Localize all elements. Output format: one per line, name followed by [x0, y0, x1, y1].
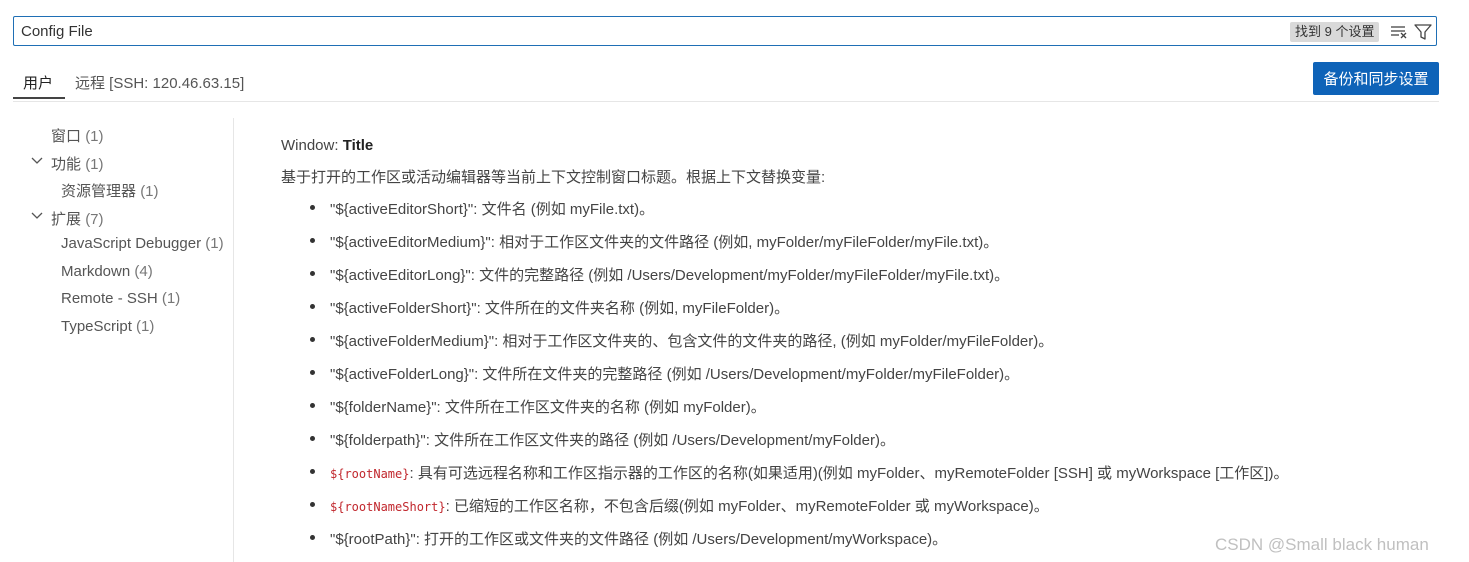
- setting-name: Title: [342, 137, 374, 154]
- bullet: [310, 337, 315, 342]
- variable-desc: : 已缩短的工作区名称，不包含后缀(例如 myFolder、myRemoteFo…: [445, 498, 1049, 515]
- filter-icon[interactable]: [1412, 21, 1434, 43]
- bullet: [310, 271, 315, 276]
- toc-item-label: 窗口: [51, 128, 82, 145]
- variable-desc: : 相对于工作区文件夹的、包含文件的文件夹的路径, (例如 myFolder/m…: [494, 333, 1054, 350]
- toc-item-extensions[interactable]: 扩展 (7): [51, 208, 104, 229]
- toc-item-count: (1): [140, 183, 159, 200]
- variable-name: "${activeFolderMedium}": [330, 333, 495, 350]
- toc-item-count: (1): [205, 235, 224, 252]
- toc-item-count: (1): [161, 290, 181, 307]
- variable-desc: : 打开的工作区或文件夹的文件路径 (例如 /Users/Development…: [415, 531, 948, 548]
- variable-name: "${activeEditorMedium}": [330, 234, 491, 251]
- settings-scope-tabs: 用户 远程 [SSH: 120.46.63.15]: [13, 62, 1439, 102]
- bullet: [310, 403, 315, 408]
- toc-item-explorer[interactable]: 资源管理器 (1): [61, 180, 159, 201]
- bullet: [310, 535, 315, 540]
- variable-desc: : 文件的完整路径 (例如 /Users/Development/myFolde…: [470, 267, 1010, 284]
- variable-code: ${rootNameShort}: [330, 500, 446, 514]
- setting-category: Window:: [281, 137, 343, 154]
- chevron-down-icon[interactable]: [31, 155, 43, 167]
- settings-toc: 窗口 (1) 功能 (1) 资源管理器 (1) 扩展 (7) JavaScrip…: [0, 118, 234, 562]
- variable-desc: : 文件所在工作区文件夹的名称 (例如 myFolder)。: [436, 399, 766, 416]
- toc-divider: [233, 118, 234, 562]
- variable-name: "${activeEditorLong}": [330, 267, 471, 284]
- watermark: CSDN @Small black human: [1215, 535, 1429, 554]
- toc-item-features[interactable]: 功能 (1): [51, 153, 104, 174]
- settings-search-box[interactable]: 找到 9 个设置: [13, 16, 1437, 46]
- variable-name: "${activeFolderLong}": [330, 366, 475, 383]
- tab-remote[interactable]: 远程 [SSH: 120.46.63.15]: [75, 72, 244, 93]
- toc-item-label: Markdown: [61, 263, 131, 280]
- tab-user[interactable]: 用户: [23, 72, 53, 93]
- variable-name: "${activeEditorShort}": [330, 201, 474, 218]
- bullet: [310, 304, 315, 309]
- toc-item-count: (1): [85, 128, 104, 145]
- toc-item-label: TypeScript: [61, 318, 132, 335]
- toc-item-label: 功能: [51, 156, 82, 173]
- bullet: [310, 370, 315, 375]
- toc-item-javascript-debugger[interactable]: JavaScript Debugger (1): [61, 235, 224, 252]
- setting-title: Window: Title: [281, 137, 373, 154]
- toc-item-count: (4): [134, 263, 153, 280]
- toc-item-label: 扩展: [51, 211, 82, 228]
- active-tab-indicator: [13, 97, 65, 99]
- toc-item-count: (7): [85, 211, 104, 228]
- toc-item-remote-ssh[interactable]: Remote - SSH (1): [61, 290, 180, 307]
- setting-description: 基于打开的工作区或活动编辑器等当前上下文控制窗口标题。根据上下文替换变量:: [281, 169, 826, 186]
- bullet: [310, 469, 315, 474]
- toc-item-markdown[interactable]: Markdown (4): [61, 263, 153, 280]
- toc-item-count: (1): [85, 156, 104, 173]
- chevron-down-icon[interactable]: [31, 210, 43, 222]
- variable-desc: : 文件所在的文件夹名称 (例如, myFileFolder)。: [476, 300, 790, 317]
- backup-sync-button[interactable]: 备份和同步设置: [1313, 62, 1439, 95]
- toc-item-count: (1): [136, 318, 155, 335]
- variable-code: ${rootName}: [330, 467, 410, 481]
- variable-name: "${rootPath}": [330, 531, 416, 548]
- bullet: [310, 205, 315, 210]
- bullet: [310, 502, 315, 507]
- settings-search-input[interactable]: [21, 21, 1221, 41]
- variable-desc: : 相对于工作区文件夹的文件路径 (例如, myFolder/myFileFol…: [490, 234, 999, 251]
- variable-desc: : 文件所在工作区文件夹的路径 (例如 /Users/Development/m…: [425, 432, 895, 449]
- toc-item-window[interactable]: 窗口 (1): [51, 125, 104, 146]
- tabs-divider: [13, 101, 1439, 102]
- result-count-badge: 找到 9 个设置: [1290, 22, 1380, 42]
- variable-name: "${folderpath}": [330, 432, 426, 449]
- toc-item-label: 资源管理器: [61, 183, 137, 200]
- clear-filter-icon[interactable]: [1388, 21, 1410, 43]
- bullet: [310, 436, 315, 441]
- variable-desc: : 文件名 (例如 myFile.txt)。: [473, 201, 655, 218]
- variable-desc: : 具有可选远程名称和工作区指示器的工作区的名称(如果适用)(例如 myFold…: [409, 465, 1289, 482]
- toc-item-label: Remote - SSH: [61, 290, 158, 307]
- variable-name: "${activeFolderShort}": [330, 300, 477, 317]
- variable-desc: : 文件所在文件夹的完整路径 (例如 /Users/Development/my…: [474, 366, 1020, 383]
- toc-item-typescript[interactable]: TypeScript (1): [61, 318, 154, 335]
- bullet: [310, 238, 315, 243]
- toc-item-label: JavaScript Debugger: [61, 235, 202, 252]
- variable-name: "${folderName}": [330, 399, 437, 416]
